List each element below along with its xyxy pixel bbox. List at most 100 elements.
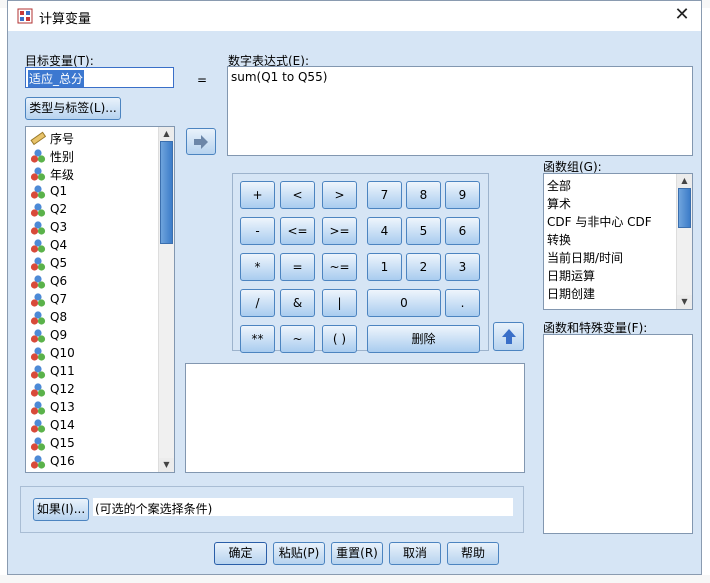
nominal-icon bbox=[30, 257, 46, 271]
nominal-icon bbox=[30, 419, 46, 433]
ok-button[interactable]: 确定 bbox=[214, 542, 267, 565]
keypad-key[interactable]: 0 bbox=[367, 289, 441, 317]
nominal-icon bbox=[30, 311, 46, 325]
scroll-up-icon[interactable]: ▲ bbox=[677, 174, 692, 188]
calculator-keypad: + < >7 8 9 - <= >= 4 5 6 * = ~= 1 2 3 /& | 0. ** ~( ) 删除 bbox=[232, 173, 489, 353]
keypad-key[interactable]: 6 bbox=[445, 217, 480, 245]
function-group-item[interactable]: 当前日期/时间 bbox=[547, 249, 623, 266]
nominal-icon bbox=[30, 275, 46, 289]
variable-list[interactable]: 序号 性别 年级 Q1 Q2 Q3 Q4 Q5 Q6 Q7 Q8 Q9 Q10 Q11 Q12 Q13 Q14 Q… bbox=[25, 126, 175, 473]
nominal-icon bbox=[30, 185, 46, 199]
keypad-key[interactable]: ( ) bbox=[322, 325, 357, 353]
variable-name: 序号 bbox=[50, 132, 75, 146]
nominal-icon bbox=[30, 149, 46, 163]
nominal-icon bbox=[30, 455, 46, 469]
variable-name: Q12 bbox=[50, 382, 75, 396]
variable-name: Q13 bbox=[50, 400, 75, 414]
nominal-icon bbox=[30, 383, 46, 397]
arrow-right-icon bbox=[194, 135, 208, 149]
keypad-key[interactable]: >= bbox=[322, 217, 357, 245]
variable-name: Q16 bbox=[50, 454, 75, 468]
equals-sign: = bbox=[197, 73, 208, 87]
keypad-key[interactable]: 2 bbox=[406, 253, 441, 281]
variable-name: Q1 bbox=[50, 184, 68, 198]
keypad-key[interactable]: 7 bbox=[367, 181, 402, 209]
type-label-button[interactable]: 类型与标签(L)... bbox=[25, 97, 121, 120]
keypad-key[interactable]: 8 bbox=[406, 181, 441, 209]
nominal-icon bbox=[30, 203, 46, 217]
keypad-key[interactable]: ~ bbox=[280, 325, 315, 353]
function-group-list[interactable]: 全部 算术 CDF 与非中心 CDF 转换 当前日期/时间 日期运算 日期创建 ▲ ▼ bbox=[543, 173, 693, 310]
keypad-key[interactable]: - bbox=[240, 217, 275, 245]
variable-name: Q9 bbox=[50, 328, 68, 342]
keypad-key[interactable]: ~= bbox=[322, 253, 357, 281]
scroll-down-icon[interactable]: ▼ bbox=[159, 458, 174, 472]
app-icon bbox=[17, 8, 33, 24]
close-icon[interactable]: ✕ bbox=[671, 4, 693, 26]
title-bar: 计算变量 ✕ bbox=[8, 1, 701, 31]
nominal-icon bbox=[30, 365, 46, 379]
nominal-icon bbox=[30, 329, 46, 343]
keypad-key[interactable]: . bbox=[445, 289, 480, 317]
variable-list-scrollbar[interactable]: ▲ ▼ bbox=[158, 127, 174, 472]
cancel-button[interactable]: 取消 bbox=[389, 542, 441, 565]
nominal-icon bbox=[30, 239, 46, 253]
variable-name: Q5 bbox=[50, 256, 68, 270]
function-description-box bbox=[185, 363, 525, 473]
nominal-icon bbox=[30, 401, 46, 415]
help-button[interactable]: 帮助 bbox=[447, 542, 499, 565]
function-group-item[interactable]: 日期创建 bbox=[547, 285, 595, 302]
paste-button[interactable]: 粘贴(P) bbox=[273, 542, 325, 565]
nominal-icon bbox=[30, 293, 46, 307]
scroll-down-icon[interactable]: ▼ bbox=[677, 295, 692, 309]
function-group-item[interactable]: CDF 与非中心 CDF bbox=[547, 213, 652, 230]
if-button[interactable]: 如果(I)... bbox=[33, 498, 89, 521]
scroll-thumb[interactable] bbox=[678, 188, 691, 228]
variable-name: Q11 bbox=[50, 364, 75, 378]
compute-variable-dialog: 计算变量 ✕ 目标变量(T): 适应_总分 = 类型与标签(L)... 数字表达… bbox=[7, 0, 702, 575]
nominal-icon bbox=[30, 167, 46, 181]
variable-name: Q10 bbox=[50, 346, 75, 360]
keypad-key[interactable]: 1 bbox=[367, 253, 402, 281]
keypad-key[interactable]: = bbox=[280, 253, 315, 281]
keypad-key[interactable]: | bbox=[322, 289, 357, 317]
function-group-item[interactable]: 全部 bbox=[547, 177, 571, 194]
keypad-key[interactable]: < bbox=[280, 181, 315, 209]
keypad-key[interactable]: / bbox=[240, 289, 275, 317]
variable-name: Q14 bbox=[50, 418, 75, 432]
move-to-expression-button[interactable] bbox=[186, 128, 216, 155]
keypad-key[interactable]: 4 bbox=[367, 217, 402, 245]
window-title: 计算变量 bbox=[39, 12, 92, 27]
variable-name: 性别 bbox=[50, 150, 75, 164]
reset-button[interactable]: 重置(R) bbox=[331, 542, 383, 565]
target-variable-input[interactable]: 适应_总分 bbox=[25, 67, 174, 88]
keypad-key[interactable]: 5 bbox=[406, 217, 441, 245]
scroll-up-icon[interactable]: ▲ bbox=[159, 127, 174, 141]
move-function-up-button[interactable] bbox=[493, 322, 524, 351]
variable-name: Q6 bbox=[50, 274, 68, 288]
variable-name: Q4 bbox=[50, 238, 68, 252]
scroll-thumb[interactable] bbox=[160, 141, 173, 244]
if-condition-text: (可选的个案选择条件) bbox=[95, 502, 213, 516]
arrow-up-icon bbox=[501, 329, 516, 344]
function-group-item[interactable]: 日期运算 bbox=[547, 267, 595, 284]
keypad-key[interactable]: > bbox=[322, 181, 357, 209]
nominal-icon bbox=[30, 347, 46, 361]
keypad-key[interactable]: 9 bbox=[445, 181, 480, 209]
keypad-key[interactable]: * bbox=[240, 253, 275, 281]
if-condition-field: (可选的个案选择条件) bbox=[93, 498, 513, 516]
functions-list[interactable] bbox=[543, 334, 693, 534]
keypad-key[interactable]: <= bbox=[280, 217, 315, 245]
numeric-expression-input[interactable]: sum(Q1 to Q55) bbox=[227, 66, 693, 156]
function-group-item[interactable]: 算术 bbox=[547, 195, 571, 212]
keypad-key[interactable]: ** bbox=[240, 325, 275, 353]
variable-name: Q3 bbox=[50, 220, 68, 234]
variable-name: Q8 bbox=[50, 310, 68, 324]
function-group-scrollbar[interactable]: ▲ ▼ bbox=[676, 174, 692, 309]
variable-name: Q2 bbox=[50, 202, 68, 216]
keypad-key[interactable]: & bbox=[280, 289, 315, 317]
keypad-key[interactable]: 删除 bbox=[367, 325, 480, 353]
function-group-item[interactable]: 转换 bbox=[547, 231, 571, 248]
keypad-key[interactable]: + bbox=[240, 181, 275, 209]
keypad-key[interactable]: 3 bbox=[445, 253, 480, 281]
